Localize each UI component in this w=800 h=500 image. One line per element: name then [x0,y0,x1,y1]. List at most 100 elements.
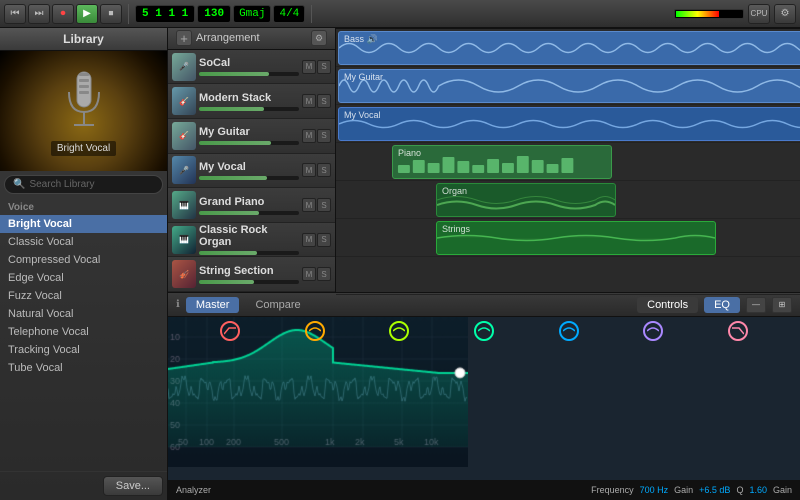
clip-waveform-myguitar [339,69,800,103]
track-fader-socalc[interactable] [199,72,299,76]
voice-item-bright-vocal[interactable]: Bright Vocal [0,215,167,233]
solo-button-socalc[interactable]: S [317,60,331,74]
time-sig-display[interactable]: 4/4 [273,5,305,23]
track-info-grandpiano: Grand Piano [199,196,299,215]
track-fader-myvocal[interactable] [199,176,299,180]
eq-band-6-handle[interactable] [643,321,663,341]
mute-button-myguitar[interactable]: M [302,129,316,143]
solo-button-modernstack[interactable]: S [317,94,331,108]
clip-piano-1[interactable]: Piano [392,145,612,179]
eq-tab-eq[interactable]: EQ [704,297,740,313]
forward-button[interactable]: ⏭ [28,4,50,24]
mute-button-strings[interactable]: M [302,267,316,281]
mute-button-grandpiano[interactable]: M [302,198,316,212]
voice-item-edge-vocal[interactable]: Edge Vocal [0,269,167,287]
bpm-display[interactable]: 130 [197,5,231,23]
track-fader-strings[interactable] [199,280,299,284]
clip-myguitar-1[interactable]: My Guitar [338,69,800,103]
voice-item-natural-vocal[interactable]: Natural Vocal [0,305,167,323]
eq-tab-controls[interactable]: Controls [637,297,698,313]
eq-tab-master[interactable]: Master [186,297,240,313]
track-fader-modernstack[interactable] [199,107,299,111]
eq-minimize-button[interactable]: — [746,297,766,313]
eq-body: Analyzer Frequency 700 Hz Gain +6.5 dB Q… [168,317,800,500]
voice-item-fuzz-vocal[interactable]: Fuzz Vocal [0,287,167,305]
track-row-modernstack: 🎸 Modern Stack M S [168,84,335,119]
solo-button-strings[interactable]: S [317,267,331,281]
track-info-modernstack: Modern Stack [199,92,299,111]
track-fader-fill-grandpiano [199,211,259,215]
voice-item-compressed-vocal[interactable]: Compressed Vocal [0,251,167,269]
clip-myvocal-1[interactable]: My Vocal [338,107,800,141]
eq-band-2-handle[interactable] [305,321,325,341]
mute-button-modernstack[interactable]: M [302,94,316,108]
cpu-button[interactable]: CPU [748,4,770,24]
tracks-area: + Arrangement ⚙ 🎤 SoCal M S [168,28,800,293]
record-button[interactable]: ⏺ [52,4,74,24]
eq-band-3-handle[interactable] [389,321,409,341]
clip-label-piano: Piano [395,148,424,158]
track-fader-myguitar[interactable] [199,141,299,145]
track-fader-classicorgan[interactable] [199,251,299,255]
track-icon-strings: 🎻 [172,260,196,288]
solo-button-grandpiano[interactable]: S [317,198,331,212]
clip-organ-1[interactable]: Organ [436,183,616,217]
track-row-myguitar: 🎸 My Guitar M S [168,119,335,154]
eq-expand-button[interactable]: ⊞ [772,297,792,313]
eq-section: ℹ Master Compare Controls EQ — ⊞ [168,293,800,500]
eq-band-1-icon [224,327,236,335]
track-name-modernstack: Modern Stack [199,92,299,104]
voice-item-tracking-vocal[interactable]: Tracking Vocal [0,341,167,359]
arrangement-settings-button[interactable]: ⚙ [311,30,327,46]
track-name-socalc: SoCal [199,57,299,69]
clip-waveform-socalc [339,31,800,65]
eq-band-4-handle[interactable] [474,321,494,341]
eq-tab-compare[interactable]: Compare [245,297,310,313]
lane-empty [336,257,800,295]
track-fader-fill-socalc [199,72,269,76]
voice-item-tube-vocal[interactable]: Tube Vocal [0,359,167,377]
track-lanes: Bass 🔊 My Guitar [336,29,800,295]
voice-item-telephone-vocal[interactable]: Telephone Vocal [0,323,167,341]
eq-band-5-handle[interactable] [559,321,579,341]
lane-strings: Strings [336,219,800,257]
voice-list: Bright Vocal Classic Vocal Compressed Vo… [0,215,167,377]
mute-button-classicorgan[interactable]: M [302,233,316,247]
mute-button-socalc[interactable]: M [302,60,316,74]
key-display[interactable]: Gmaj [233,5,271,23]
save-button[interactable]: Save... [103,476,163,496]
search-box[interactable]: 🔍 Search Library [4,175,163,194]
arrangement-label: Arrangement [196,32,260,44]
solo-button-myguitar[interactable]: S [317,129,331,143]
track-btns-myguitar: M S [302,129,331,143]
eq-q-value: 1.60 [749,485,767,495]
mute-button-myvocal[interactable]: M [302,163,316,177]
lane-myguitar: My Guitar [336,67,800,105]
track-info-strings: String Section [199,265,299,284]
settings-button[interactable]: ⚙ [774,4,796,24]
eq-band-1-handle[interactable] [220,321,240,341]
eq-header: ℹ Master Compare Controls EQ — ⊞ [168,293,800,317]
toolbar-transport: 5 1 1 1 130 Gmaj 4/4 [135,5,312,23]
track-fader-fill-classicorgan [199,251,257,255]
lane-myvocal: My Vocal [336,105,800,143]
level-meter [674,9,744,19]
eq-frequency-value: 700 Hz [640,485,669,495]
eq-frequency-label: Frequency [591,485,634,495]
play-button[interactable]: ▶ [76,4,98,24]
preset-image: Bright Vocal [0,51,167,171]
track-icon-myvocal: 🎤 [172,156,196,184]
eq-band-7-handle[interactable] [728,321,748,341]
eq-q-label: Q [736,485,743,495]
voice-item-classic-vocal[interactable]: Classic Vocal [0,233,167,251]
track-fader-grandpiano[interactable] [199,211,299,215]
eq-band-3-icon [393,327,405,335]
add-track-button[interactable]: + [176,30,192,46]
solo-button-myvocal[interactable]: S [317,163,331,177]
solo-button-classicorgan[interactable]: S [317,233,331,247]
clip-socalc-1[interactable]: Bass 🔊 [338,31,800,65]
track-name-myguitar: My Guitar [199,126,299,138]
clip-strings-1[interactable]: Strings [436,221,716,255]
rewind-button[interactable]: ⏮ [4,4,26,24]
stop-button[interactable]: ⏹ [100,4,122,24]
